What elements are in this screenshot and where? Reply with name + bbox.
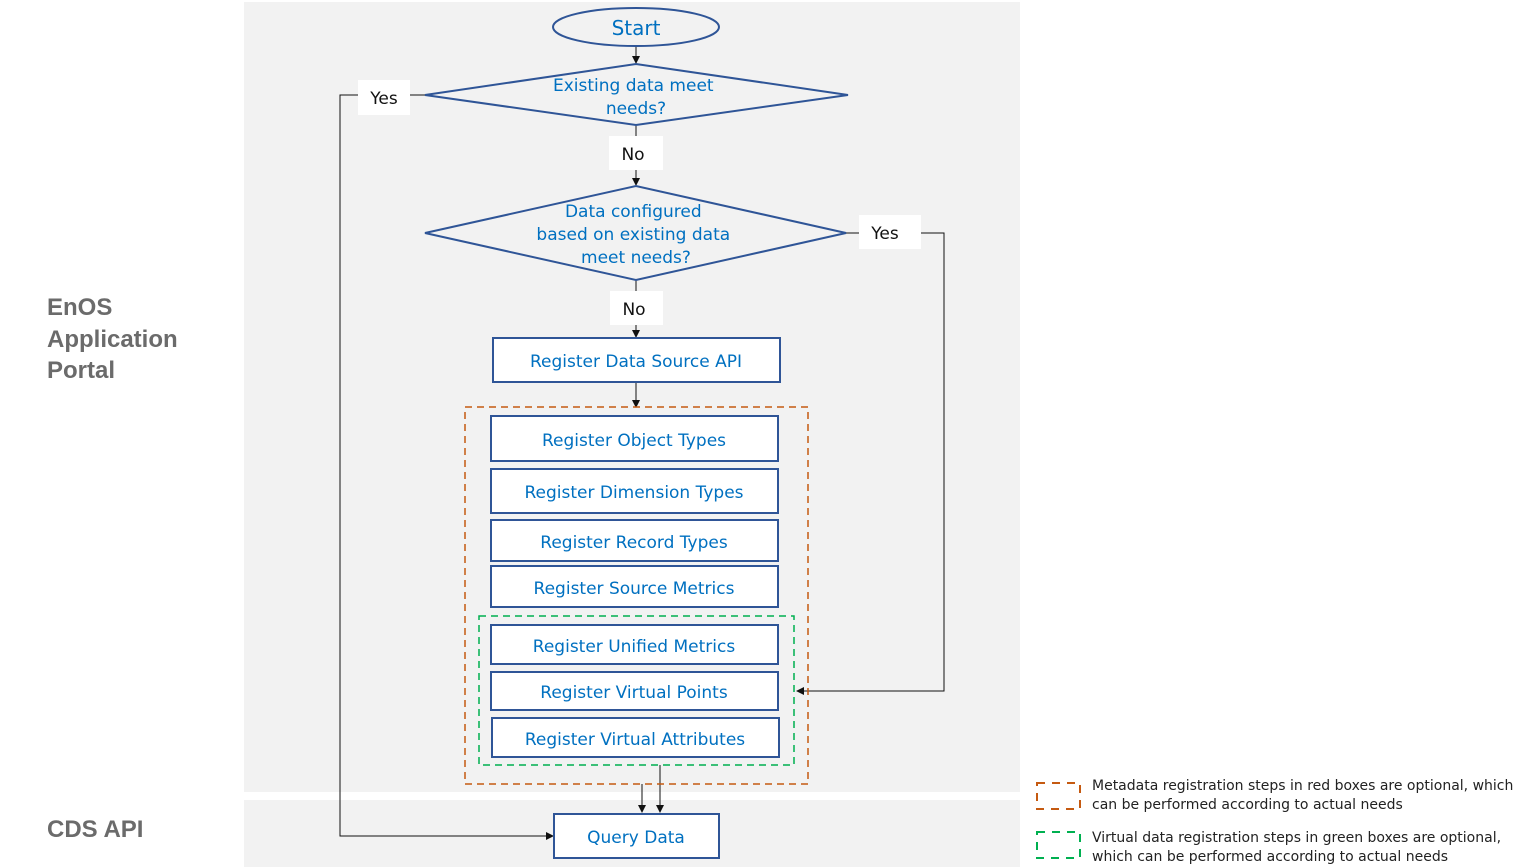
edge-label-d1-yes: Yes (358, 80, 410, 115)
register-object-types-node: Register Object Types (490, 415, 779, 462)
legend-virtual: Virtual data registration steps in green… (1036, 830, 1506, 865)
svg-text:Register Record Types: Register Record Types (540, 533, 728, 553)
register-virtual-points-node: Register Virtual Points (490, 671, 779, 711)
legend-metadata: Metadata registration steps in red boxes… (1036, 778, 1516, 813)
flowchart: EnOS Application Portal CDS API Start Ex… (47, 2, 1516, 867)
svg-text:Metadata registration steps in: Metadata registration steps in red boxes… (1092, 778, 1516, 813)
svg-text:Register Dimension Types: Register Dimension Types (524, 483, 743, 503)
svg-text:No: No (622, 300, 645, 320)
edge-label-d2-yes: Yes (859, 215, 921, 249)
register-data-source-api-node: Register Data Source API (492, 337, 781, 383)
svg-text:Register Virtual Attributes: Register Virtual Attributes (525, 730, 745, 750)
svg-text:Query Data: Query Data (587, 828, 685, 848)
register-virtual-attributes-node: Register Virtual Attributes (491, 717, 780, 758)
svg-text:Virtual data registration step: Virtual data registration steps in green… (1092, 830, 1506, 865)
svg-text:Register Unified Metrics: Register Unified Metrics (533, 637, 736, 657)
start-label: Start (612, 16, 661, 40)
edge-label-d2-no: No (610, 291, 663, 325)
edge-label-d1-no: No (609, 136, 663, 170)
svg-text:Yes: Yes (870, 224, 899, 244)
svg-text:Yes: Yes (369, 89, 398, 109)
register-record-types-node: Register Record Types (490, 519, 779, 562)
svg-text:Register Data Source API: Register Data Source API (530, 352, 742, 372)
svg-text:Register Virtual Points: Register Virtual Points (540, 683, 728, 703)
lane-label-cds-api: CDS API (47, 816, 143, 843)
lane-label-portal: EnOS Application Portal (47, 294, 184, 384)
svg-text:No: No (621, 145, 644, 165)
register-source-metrics-node: Register Source Metrics (490, 565, 779, 608)
register-dimension-types-node: Register Dimension Types (490, 468, 779, 514)
start-node: Start (552, 7, 720, 47)
svg-text:Register Object Types: Register Object Types (542, 431, 726, 451)
query-data-node: Query Data (553, 813, 720, 859)
register-unified-metrics-node: Register Unified Metrics (490, 624, 779, 665)
svg-text:Register Source Metrics: Register Source Metrics (534, 579, 735, 599)
